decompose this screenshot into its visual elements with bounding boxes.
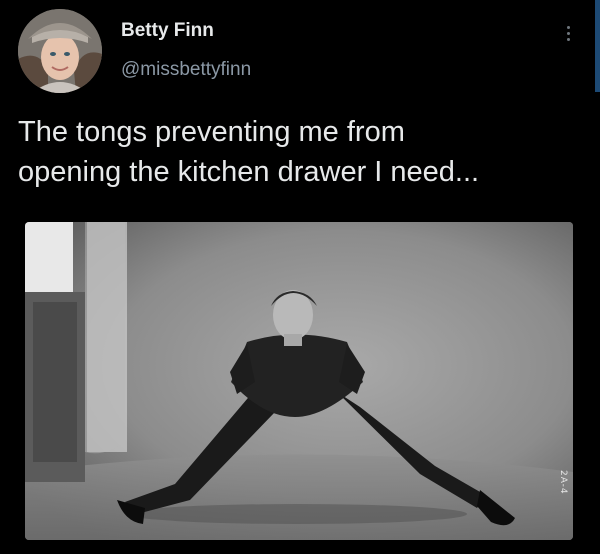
author-handle[interactable]: @missbettyfinn xyxy=(121,59,251,81)
tweet-text: The tongs preventing me from opening the… xyxy=(18,112,578,192)
tweet-photo[interactable] xyxy=(25,222,573,540)
photo-caption: 2A-4 xyxy=(558,470,568,495)
dot xyxy=(566,37,570,41)
scroll-edge xyxy=(595,0,600,92)
tweet-text-line-2: opening the kitchen drawer I need... xyxy=(18,156,480,188)
tweet: Betty Finn @missbettyfinn The tongs prev… xyxy=(0,0,600,554)
dot xyxy=(566,25,570,29)
tweet-text-line-1: The tongs preventing me from xyxy=(18,116,405,148)
author-name[interactable]: Betty Finn xyxy=(121,20,214,42)
avatar[interactable] xyxy=(18,9,102,93)
avatar-image xyxy=(18,9,102,93)
more-options-icon[interactable] xyxy=(556,20,580,46)
dot xyxy=(566,31,570,35)
photo xyxy=(25,222,573,540)
